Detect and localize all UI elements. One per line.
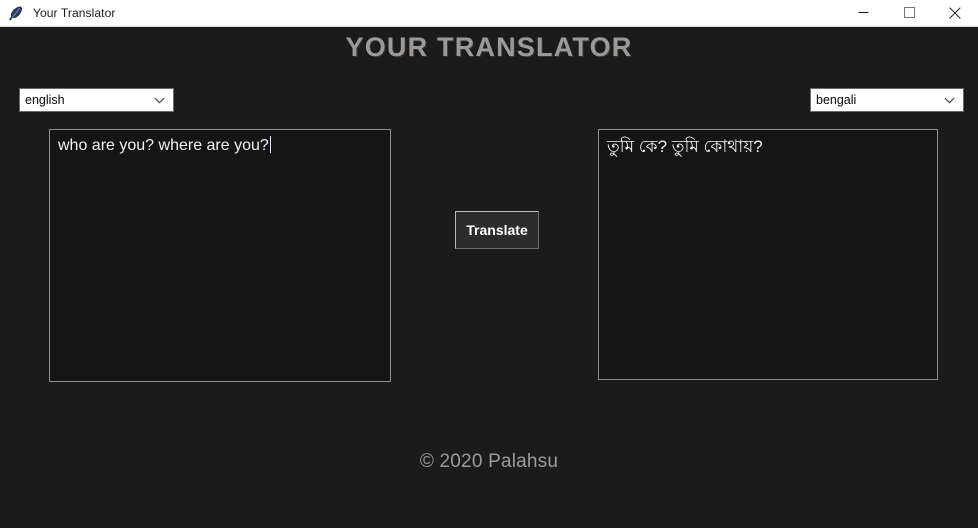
target-text-value: তুমি কে? তুমি কোথায়? (607, 137, 763, 156)
page-title: YOUR TRANSLATOR (345, 32, 633, 62)
window-title: Your Translator (33, 6, 116, 20)
maximize-icon (903, 7, 915, 18)
target-text-output[interactable]: তুমি কে? তুমি কোথায়? (598, 129, 938, 380)
copyright-footer: © 2020 Palahsu (419, 451, 559, 472)
app-content: YOUR TRANSLATOR english bengali who are … (0, 27, 978, 528)
feather-icon (7, 5, 24, 22)
target-language-value: bengali (816, 93, 857, 107)
chevron-down-icon (152, 93, 166, 107)
source-text-input[interactable]: who are you? where are you? (49, 129, 391, 382)
maximize-button[interactable] (886, 0, 932, 26)
minimize-icon (858, 12, 868, 13)
source-language-value: english (25, 93, 65, 107)
close-icon (949, 6, 961, 19)
chevron-down-icon (942, 93, 956, 107)
window-titlebar: Your Translator (0, 0, 978, 27)
source-text-value: who are you? where are you? (58, 137, 269, 154)
window-controls (840, 0, 978, 27)
titlebar-left-group: Your Translator (0, 5, 115, 22)
text-caret (269, 136, 271, 153)
close-button[interactable] (932, 0, 978, 26)
minimize-button[interactable] (840, 0, 886, 26)
translate-button[interactable]: Translate (455, 211, 539, 249)
target-language-select[interactable]: bengali (810, 88, 964, 112)
source-language-select[interactable]: english (19, 88, 174, 112)
